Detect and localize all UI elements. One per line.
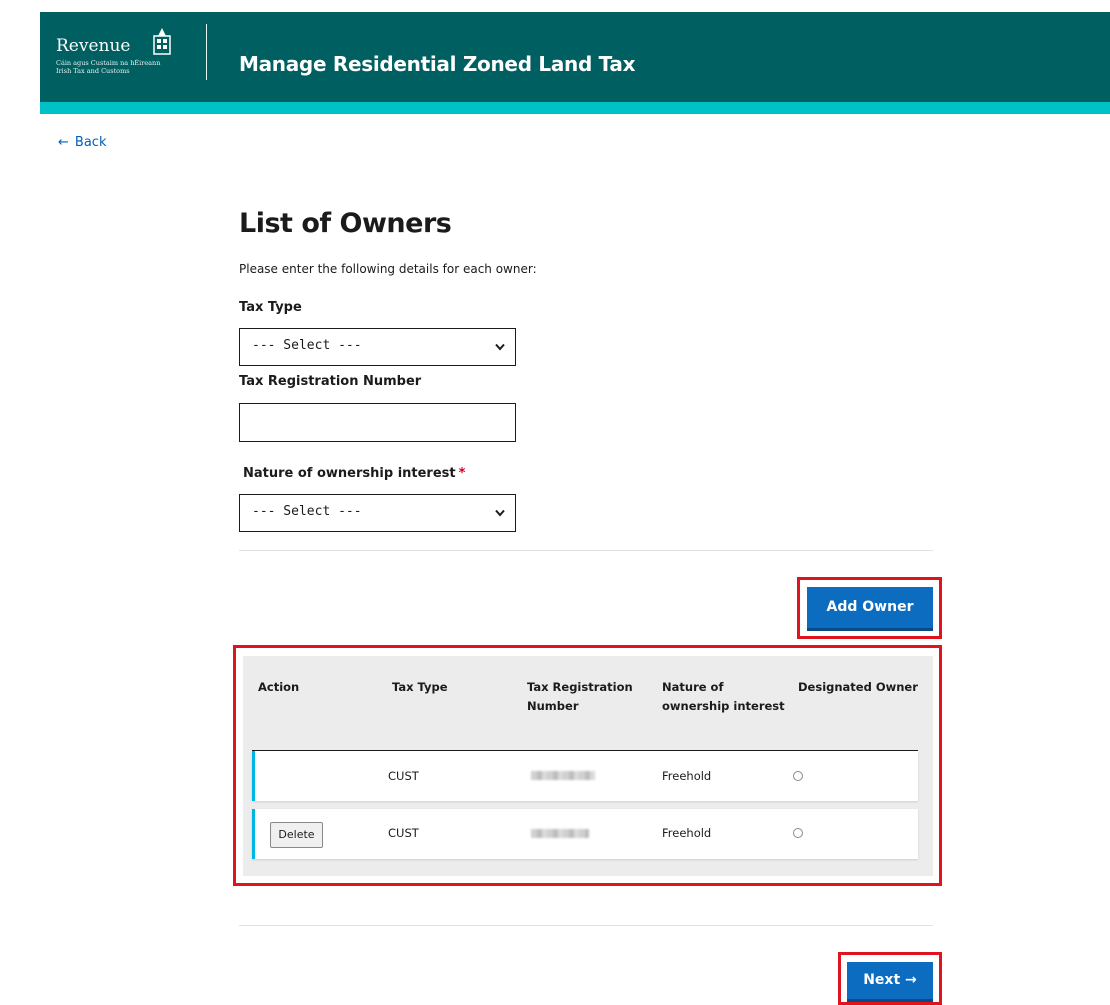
col-header-action: Action (258, 680, 300, 694)
footer-divider (239, 925, 933, 926)
row-1-trn-redacted (531, 771, 595, 780)
add-owner-button[interactable]: Add Owner (807, 587, 933, 631)
trn-label: Tax Registration Number (239, 374, 422, 389)
row-2-designated-radio[interactable] (793, 828, 803, 838)
col-header-nature-line2: ownership interest (662, 699, 785, 713)
nature-select-value: --- Select --- (252, 504, 362, 519)
required-marker: * (458, 466, 466, 481)
trn-input[interactable] (239, 403, 516, 442)
crest-icon (153, 28, 171, 55)
nature-label: Nature of ownership interest * (243, 466, 465, 481)
form-divider (239, 550, 933, 551)
row-1-tax-type: CUST (388, 769, 419, 783)
intro-text: Please enter the following details for e… (239, 262, 537, 276)
row-2-trn-redacted (531, 829, 589, 838)
header-divider (206, 24, 207, 80)
row-2-nature: Freehold (662, 826, 712, 840)
col-header-nature: Nature of ownership interest (662, 678, 785, 716)
nature-select[interactable]: --- Select --- (239, 494, 516, 532)
row-1-nature: Freehold (662, 769, 712, 783)
row-2-tax-type: CUST (388, 826, 419, 840)
col-header-trn-line2: Number (527, 699, 579, 713)
back-arrow-icon: ← (58, 135, 69, 150)
tax-type-select-value: --- Select --- (252, 338, 362, 353)
back-link-label: Back (74, 135, 107, 150)
logo-subtitle-irish: Cáin agus Custaim na hÉireann (56, 59, 161, 67)
tax-type-select[interactable]: --- Select --- (239, 328, 516, 366)
back-link[interactable]: ← Back (58, 135, 106, 150)
tax-type-label: Tax Type (239, 300, 302, 315)
logo-subtitle-english: Irish Tax and Customs (56, 67, 130, 75)
col-header-trn-line1: Tax Registration (527, 680, 633, 694)
col-header-designated: Designated Owner (798, 680, 918, 694)
chevron-down-icon (495, 343, 505, 351)
chevron-down-icon (495, 509, 505, 517)
col-header-nature-line1: Nature of (662, 680, 724, 694)
page-title: List of Owners (239, 208, 452, 239)
next-button[interactable]: Next → (847, 962, 933, 1002)
header-accent-bar (40, 102, 1110, 114)
logo-subtitle: Cáin agus Custaim na hÉireann Irish Tax … (56, 59, 160, 75)
col-header-tax-type: Tax Type (392, 680, 448, 694)
revenue-logo[interactable]: Revenue Cáin agus Custaim na hÉireann Ir… (56, 26, 196, 86)
col-header-trn: Tax Registration Number (527, 678, 633, 716)
logo-wordmark: Revenue (56, 36, 131, 56)
nature-label-text: Nature of ownership interest (243, 466, 456, 481)
delete-button[interactable]: Delete (270, 822, 323, 848)
app-title: Manage Residential Zoned Land Tax (239, 52, 636, 76)
row-1-designated-radio[interactable] (793, 771, 803, 781)
